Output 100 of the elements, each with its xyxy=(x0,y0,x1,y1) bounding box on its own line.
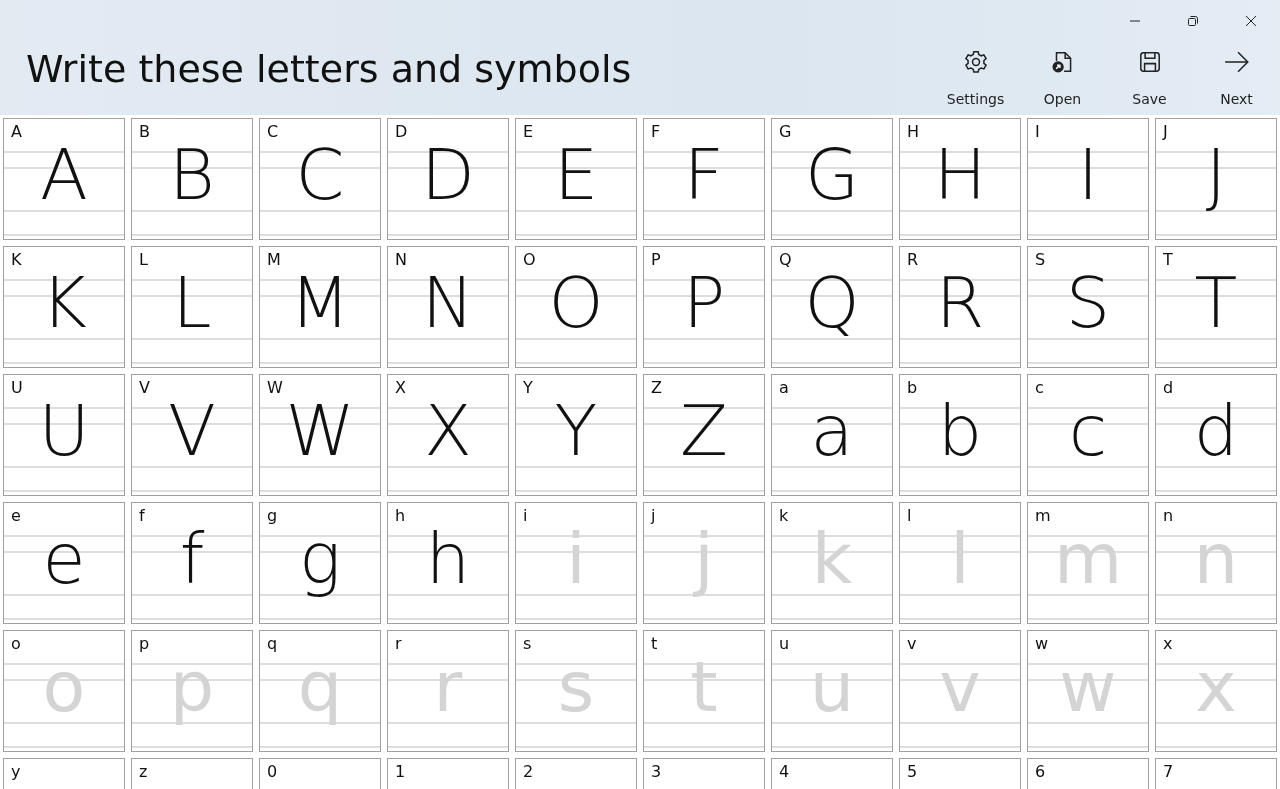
glyph-cell[interactable]: 0 xyxy=(259,758,381,789)
glyph-cell[interactable]: P P xyxy=(643,246,765,368)
glyph-cell[interactable]: E E xyxy=(515,118,637,240)
glyph-cell[interactable]: 6 xyxy=(1027,758,1149,789)
glyph-cell[interactable]: V V xyxy=(131,374,253,496)
handwritten-glyph: S xyxy=(1064,268,1112,338)
cell-label: u xyxy=(779,634,790,654)
cell-label: q xyxy=(267,634,278,654)
glyph-cell[interactable]: z xyxy=(131,758,253,789)
glyph-cell[interactable]: F F xyxy=(643,118,765,240)
handwritten-glyph: J xyxy=(1204,140,1228,210)
cell-label: D xyxy=(395,122,408,142)
glyph-cell[interactable]: B B xyxy=(131,118,253,240)
cell-label: M xyxy=(267,250,281,270)
cell-label: n xyxy=(1163,506,1174,526)
handwritten-glyph: Q xyxy=(803,268,861,338)
glyph-cell[interactable]: 2 xyxy=(515,758,637,789)
cell-label: L xyxy=(139,250,148,270)
cell-label: y xyxy=(11,762,21,782)
glyph-cell[interactable]: a a xyxy=(771,374,893,496)
cell-label: s xyxy=(523,634,532,654)
glyph-cell[interactable]: R R xyxy=(899,246,1021,368)
cell-label: Q xyxy=(779,250,792,270)
cell-label: b xyxy=(907,378,918,398)
cell-label: W xyxy=(267,378,283,398)
glyph-cell[interactable]: L L xyxy=(131,246,253,368)
glyph-cell[interactable]: Z Z xyxy=(643,374,765,496)
glyph-cell[interactable]: 3 xyxy=(643,758,765,789)
glyph-cell[interactable]: X X xyxy=(387,374,509,496)
cell-label: I xyxy=(1035,122,1040,142)
cell-label: G xyxy=(779,122,792,142)
glyph-cell[interactable]: 1 xyxy=(387,758,509,789)
cell-label: f xyxy=(139,506,145,526)
glyph-cell[interactable]: A A xyxy=(3,118,125,240)
cell-label: C xyxy=(267,122,279,142)
cell-label: z xyxy=(139,762,148,782)
glyph-cell[interactable]: H H xyxy=(899,118,1021,240)
glyph-cell[interactable]: f f xyxy=(131,502,253,624)
glyph-cell[interactable]: J J xyxy=(1155,118,1277,240)
save-button[interactable]: Save xyxy=(1106,47,1193,109)
cell-label: Y xyxy=(523,378,533,398)
glyph-cell[interactable]: y xyxy=(3,758,125,789)
cell-label: T xyxy=(1163,250,1173,270)
cell-label: 5 xyxy=(907,762,918,782)
cell-label: h xyxy=(395,506,406,526)
glyph-cell[interactable]: g g xyxy=(259,502,381,624)
glyph-cell[interactable]: b b xyxy=(899,374,1021,496)
cell-label: V xyxy=(139,378,150,398)
cell-label: X xyxy=(395,378,406,398)
cell-label: i xyxy=(523,506,528,526)
cell-label: O xyxy=(523,250,536,270)
settings-icon xyxy=(962,49,989,75)
handwritten-glyph: G xyxy=(803,140,861,210)
handwritten-glyph: L xyxy=(171,268,213,338)
open-button[interactable]: Open xyxy=(1019,47,1106,109)
next-button[interactable]: Next xyxy=(1193,47,1280,109)
cell-label: S xyxy=(1035,250,1046,270)
glyph-cell[interactable]: N N xyxy=(387,246,509,368)
cell-label: a xyxy=(779,378,789,398)
glyph-cell[interactable]: h h xyxy=(387,502,509,624)
cell-label: w xyxy=(1035,634,1049,654)
handwritten-glyph: O xyxy=(547,268,605,338)
cell-label: 3 xyxy=(651,762,662,782)
cell-label: 7 xyxy=(1163,762,1174,782)
handwritten-glyph: D xyxy=(420,140,476,210)
cell-label: F xyxy=(651,122,661,142)
glyph-cell[interactable]: S S xyxy=(1027,246,1149,368)
cell-label: R xyxy=(907,250,919,270)
glyph-cell[interactable]: 7 xyxy=(1155,758,1277,789)
glyph-cell[interactable]: K K xyxy=(3,246,125,368)
cell-label: U xyxy=(11,378,23,398)
cell-label: K xyxy=(11,250,22,270)
cell-label: x xyxy=(1163,634,1173,654)
handwritten-glyph: h xyxy=(424,524,472,594)
glyph-cell[interactable]: C C xyxy=(259,118,381,240)
handwritten-glyph: f xyxy=(178,524,206,594)
glyph-cell[interactable]: I I xyxy=(1027,118,1149,240)
glyph-cell[interactable]: 4 xyxy=(771,758,893,789)
handwritten-glyph: a xyxy=(809,396,855,466)
glyph-cell[interactable]: e e xyxy=(3,502,125,624)
handwritten-glyph: c xyxy=(1067,396,1109,466)
arrow-right-icon xyxy=(1222,49,1251,75)
glyph-cell[interactable]: d d xyxy=(1155,374,1277,496)
glyph-cell[interactable]: Y Y xyxy=(515,374,637,496)
cell-label: J xyxy=(1163,122,1168,142)
cell-label: g xyxy=(267,506,278,526)
glyph-cell[interactable]: c c xyxy=(1027,374,1149,496)
handwritten-glyph: N xyxy=(420,268,476,338)
settings-button[interactable]: Settings xyxy=(932,47,1019,109)
cell-label: 2 xyxy=(523,762,534,782)
glyph-cell[interactable]: T T xyxy=(1155,246,1277,368)
cell-label: r xyxy=(395,634,402,654)
glyph-cell[interactable]: U U xyxy=(3,374,125,496)
handwritten-glyph: B xyxy=(168,140,216,210)
handwritten-glyph: T xyxy=(1193,268,1239,338)
cell-label: P xyxy=(651,250,661,270)
handwritten-glyph: H xyxy=(932,140,988,210)
handwritten-glyph: W xyxy=(284,396,356,466)
handwritten-glyph: b xyxy=(936,396,984,466)
glyph-cell[interactable]: 5 xyxy=(899,758,1021,789)
